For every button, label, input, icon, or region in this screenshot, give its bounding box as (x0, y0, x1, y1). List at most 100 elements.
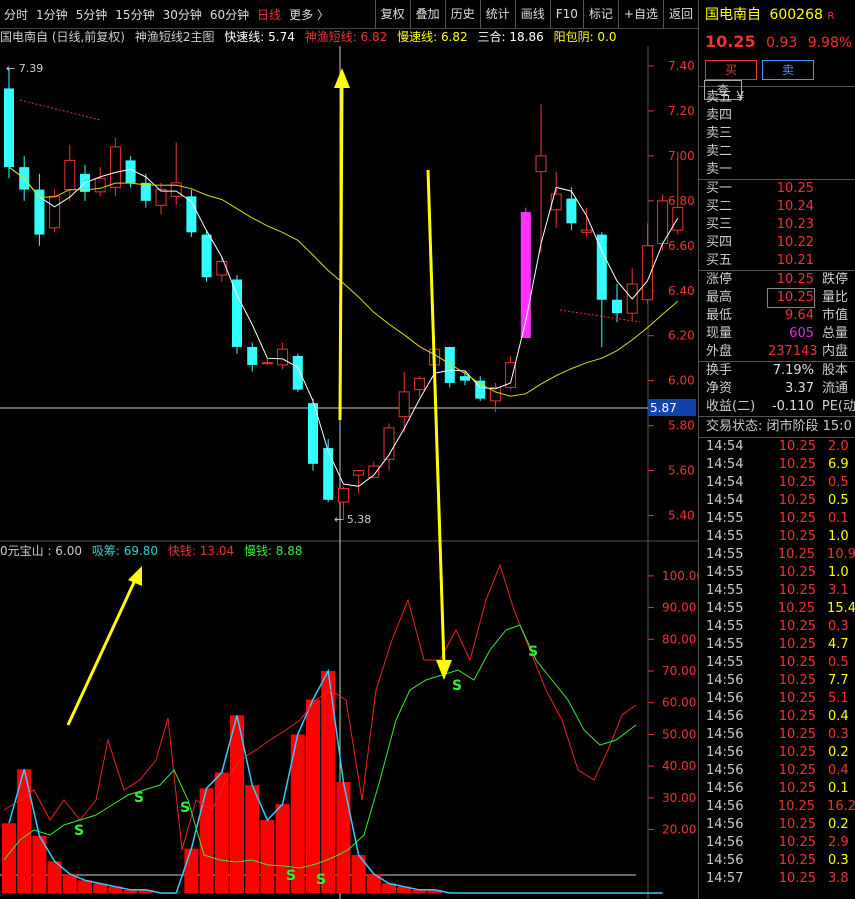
manqian-label: 慢钱: 8.88 (243, 544, 303, 558)
price-tick-label: 7.40 (668, 59, 695, 73)
tick-row: 14:56 10.25 5.1 (706, 691, 849, 706)
sub-tick-label: 60.00 (662, 696, 696, 710)
tick-row: 14:55 10.25 3.1 (706, 583, 849, 598)
candle-body (201, 234, 212, 278)
candle-body (398, 391, 410, 418)
sub-bar (2, 823, 16, 893)
period-tab[interactable]: 15分钟 (111, 6, 158, 23)
bid2-label: 买二 (706, 199, 733, 214)
tick-row: 14:55 10.25 0.5 (706, 655, 849, 670)
fast-ma-line (8, 166, 679, 487)
price-tick-label: 7.00 (668, 149, 695, 163)
tick-row: 14:55 10.25 1.0 (706, 529, 849, 544)
annotation-arrowhead (334, 68, 350, 88)
tick-row: 14:56 10.25 16.2 (706, 799, 855, 814)
ask1-label: 卖一 (706, 162, 733, 177)
stock-code: 600268 (769, 7, 823, 23)
toolbar-actions: 复权 叠加 历史 统计 画线 F10 标记 +自选 返回 (374, 0, 698, 28)
price-tick-label: 6.20 (668, 329, 695, 343)
period-tab[interactable]: 日线 (253, 6, 285, 23)
toolbar-action[interactable]: 标记 (582, 0, 618, 28)
sub-bar (245, 785, 260, 893)
candle-body (596, 234, 607, 300)
quote-header: 国电南自 600268 R (699, 0, 855, 30)
price-tick-label: 5.60 (668, 464, 695, 478)
sub-tick-label: 80.00 (662, 632, 696, 646)
period-tab[interactable]: 5分钟 (72, 6, 112, 23)
quote-finance: 换手 7.19% 股本 净资 3.37 流通 收益(二) -0.110 PE(动 (699, 361, 855, 416)
order-book-buy: 买一 10.25 买二 10.24 买三 10.23 买四 10.22 买五 10.21 (699, 179, 855, 270)
indicator-name[interactable]: 神渔短线2主图 (135, 30, 215, 44)
sub-bar (336, 782, 351, 893)
candle-body (566, 198, 577, 224)
xichou-line (8, 668, 663, 894)
s-signal-marker: S (180, 800, 190, 816)
candle-body (155, 189, 167, 206)
top-toolbar: 分时 1分钟 5分钟 15分钟 30分钟 60分钟 日线 更多 〉 复权 叠加 历史 统计 画线 F10… (0, 0, 698, 29)
tick-row: 14:56 10.25 0.4 (706, 763, 849, 778)
candle-body (232, 279, 242, 347)
quote-panel: 国电南自 600268 R 10.25 0.93 9.98% 买卖查 卖五 ¥ … (698, 0, 855, 899)
candle-body (216, 261, 228, 276)
bid3-label: 买三 (706, 217, 733, 232)
toolbar-action[interactable]: 返回 (662, 0, 698, 28)
candle-body (489, 386, 501, 402)
sub-bar (184, 848, 199, 893)
toolbar-action[interactable]: 叠加 (409, 0, 445, 28)
buy-button[interactable]: 买 (705, 60, 757, 80)
toolbar-action[interactable]: 复权 (374, 0, 410, 28)
annotation-arrow (338, 81, 344, 421)
main-chart-title: 国电南自 (日线,前复权) 神渔短线2主图 快速线: 5.74 神渔短线: 6.… (0, 28, 698, 46)
tick-row: 14:56 10.25 0.3 (706, 727, 849, 742)
candle-body (64, 159, 76, 191)
tick-row: 14:55 10.25 4.7 (706, 637, 849, 652)
s-signal-marker: S (528, 644, 538, 660)
period-tab[interactable]: 分时 (0, 6, 32, 23)
tick-row: 14:56 10.25 0.2 (706, 745, 849, 760)
toolbar-action[interactable]: 历史 (444, 0, 480, 28)
bid1-price: 10.25 (776, 181, 814, 196)
tick-row: 14:56 10.25 7.7 (706, 673, 849, 688)
ask4-label: 卖四 (706, 108, 733, 123)
toolbar-action[interactable]: F10 (549, 0, 583, 28)
bid4-label: 买四 (706, 235, 733, 250)
kline-chart[interactable]: 7.40 7.20 7.00 6.80 6.60 6.40 6.20 6.00 5.80 5.60… (0, 46, 698, 899)
candle-body (323, 448, 334, 500)
candle-body (535, 155, 547, 173)
crosshair-price: 5.87 (650, 401, 677, 415)
yangbao-label: 阳包阴: 0.0 (553, 30, 617, 44)
shenyu-label: 神渔短线: 6.82 (304, 30, 388, 44)
toolbar-action[interactable]: 统计 (479, 0, 515, 28)
sub-tick-label: 30.00 (662, 791, 696, 805)
s-signal-marker: S (286, 868, 296, 884)
period-tab[interactable]: 30分钟 (159, 6, 206, 23)
period-tab[interactable]: 1分钟 (32, 6, 72, 23)
stock-name: 国电南自 (705, 7, 761, 23)
sub-bar (78, 880, 92, 893)
candle-body (109, 146, 121, 188)
sub-indicator-name[interactable]: 0元宝山 : 6.00 (0, 544, 82, 558)
candle-body (247, 346, 258, 365)
high-label: ← 7.39 (6, 62, 43, 75)
tick-list[interactable]: 14:54 10.25 2.0 14:54 10.25 6.9 14:54 10.25 0.5 1… (699, 437, 855, 888)
tick-row: 14:56 10.25 0.2 (706, 817, 849, 832)
tick-row: 14:56 10.25 0.4 (706, 709, 849, 724)
bid1-vol (814, 180, 822, 198)
xichou-label: 吸筹: 69.80 (91, 544, 159, 558)
toolbar-action[interactable]: 画线 (514, 0, 550, 28)
candle-body (505, 362, 517, 388)
period-tab[interactable]: 更多 〉 (285, 6, 333, 23)
sell-button[interactable]: 卖 (762, 60, 814, 80)
change-percent: 9.98% (807, 35, 853, 51)
trade-status: 交易状态: 闭市阶段 15:0 (699, 416, 855, 437)
toolbar-action[interactable]: +自选 (617, 0, 663, 28)
tick-row: 14:55 10.25 15.4 (706, 601, 855, 616)
sub-bar (230, 715, 244, 893)
period-tab[interactable]: 60分钟 (206, 6, 253, 23)
order-book-sell: 卖五 ¥ 卖四 卖三 卖二 卖一 (699, 86, 855, 179)
candle-body (292, 355, 303, 390)
tick-row: 14:55 10.25 0.3 (706, 619, 849, 634)
price-tick-label: 5.40 (668, 509, 695, 523)
sub-tick-label: 20.00 (662, 823, 696, 837)
price-summary: 10.25 0.93 9.98% (699, 30, 855, 54)
